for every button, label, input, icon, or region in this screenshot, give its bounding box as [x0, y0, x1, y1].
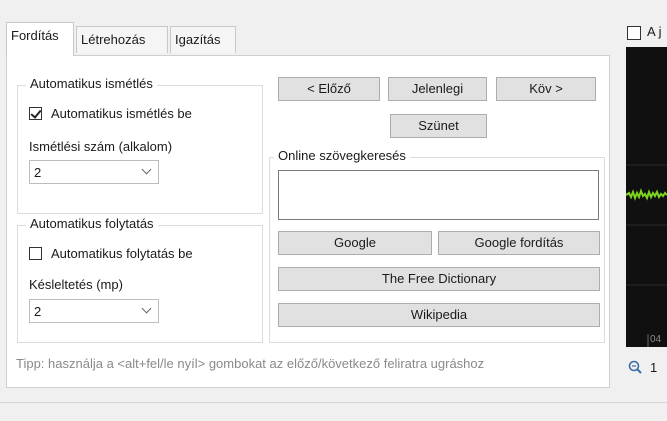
auto-continue-checkbox[interactable]: [29, 247, 42, 260]
auto-repeat-group: Automatikus ismétlés Automatikus ismétlé…: [17, 76, 263, 214]
waveform-graphic: [626, 164, 667, 347]
right-panel-checkbox-label[interactable]: A j: [647, 24, 661, 39]
auto-repeat-title: Automatikus ismétlés: [26, 76, 157, 91]
tab-create[interactable]: Létrehozás: [76, 26, 168, 53]
repeat-count-select[interactable]: 2: [29, 160, 159, 184]
online-search-group: Online szövegkeresés Google Google fordí…: [269, 148, 605, 343]
tab-page-translate: Automatikus ismétlés Automatikus ismétlé…: [6, 55, 610, 388]
wikipedia-button[interactable]: Wikipedia: [278, 303, 600, 327]
auto-continue-checkbox-label[interactable]: Automatikus folytatás be: [51, 246, 193, 261]
google-translate-button[interactable]: Google fordítás: [438, 231, 600, 255]
next-button[interactable]: Köv >: [496, 77, 596, 101]
zoom-value: 1: [650, 360, 658, 375]
pause-button[interactable]: Szünet: [390, 114, 487, 138]
current-button[interactable]: Jelenlegi: [388, 77, 487, 101]
auto-repeat-checkbox-label[interactable]: Automatikus ismétlés be: [51, 106, 192, 121]
tab-translate[interactable]: Fordítás: [6, 22, 74, 56]
online-search-input[interactable]: [278, 170, 599, 220]
delay-value: 2: [34, 304, 42, 319]
prev-button[interactable]: < Előző: [278, 77, 380, 101]
top-strip: [0, 0, 667, 8]
delay-select[interactable]: 2: [29, 299, 159, 323]
free-dictionary-button[interactable]: The Free Dictionary: [278, 267, 600, 291]
delay-label: Késleltetés (mp): [29, 277, 123, 292]
status-bar: [0, 402, 667, 421]
online-search-title: Online szövegkeresés: [274, 148, 410, 163]
chevron-down-icon: [141, 164, 152, 175]
auto-continue-title: Automatikus folytatás: [26, 216, 158, 231]
time-label: 04: [650, 334, 662, 345]
zoom-icon[interactable]: [628, 360, 642, 374]
audio-waveform[interactable]: [626, 47, 667, 347]
tab-sync[interactable]: Igazítás: [170, 26, 236, 53]
tip-text: Tipp: használja a <alt+fel/le nyíl> gomb…: [16, 356, 485, 371]
checkmark-icon: [30, 107, 42, 119]
auto-repeat-checkbox[interactable]: [29, 107, 42, 120]
google-button[interactable]: Google: [278, 231, 432, 255]
right-panel-checkbox[interactable]: [627, 26, 641, 40]
auto-continue-group: Automatikus folytatás Automatikus folyta…: [17, 216, 263, 343]
repeat-count-label: Ismétlési szám (alkalom): [29, 139, 173, 154]
repeat-count-value: 2: [34, 165, 42, 180]
chevron-down-icon: [141, 303, 152, 314]
